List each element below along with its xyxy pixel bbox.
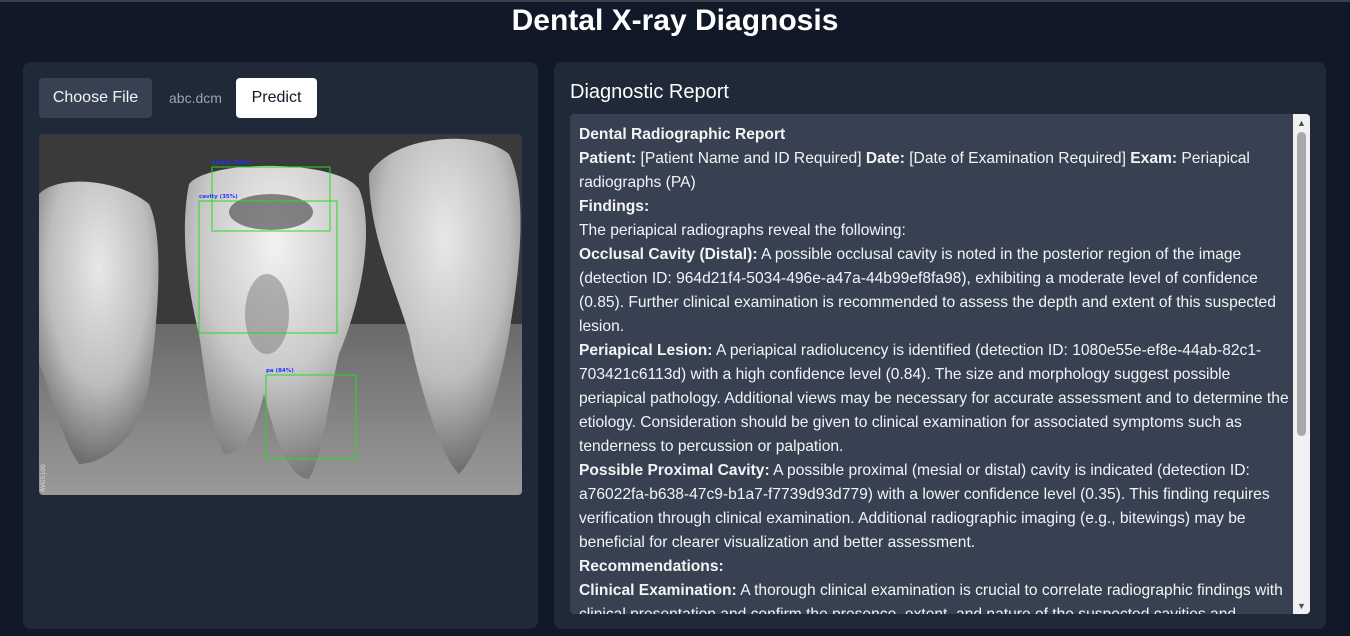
date-label: Date: bbox=[865, 150, 905, 167]
finding-occlusal-label: Occlusal Cavity (Distal): bbox=[579, 246, 758, 263]
scrollbar-thumb[interactable] bbox=[1297, 132, 1306, 436]
detection-label-cavity-1: cavity (84%) bbox=[212, 160, 251, 166]
scroll-down-arrow-icon[interactable]: ▼ bbox=[1293, 597, 1310, 614]
app-title: Dental X-ray Diagnosis bbox=[511, 4, 839, 37]
report-panel: Diagnostic Report Dental Radiographic Re… bbox=[554, 62, 1326, 629]
patient-value: [Patient Name and ID Required] bbox=[636, 150, 866, 167]
report-scrollbar[interactable]: ▲ ▼ bbox=[1293, 114, 1310, 614]
finding-periapical-label: Periapical Lesion: bbox=[579, 342, 713, 359]
rec-clinical-label: Clinical Examination: bbox=[579, 582, 737, 599]
finding-proximal-label: Possible Proximal Cavity: bbox=[579, 462, 770, 479]
scroll-up-arrow-icon[interactable]: ▲ bbox=[1293, 114, 1310, 131]
xray-radiograph: cavity (84%) cavity (35%) pa (84%) RVG51… bbox=[39, 134, 522, 495]
findings-intro: The periapical radiographs reveal the fo… bbox=[579, 222, 906, 239]
detection-label-cavity-2: cavity (35%) bbox=[199, 194, 238, 200]
recommendations-heading: Recommendations: bbox=[579, 558, 724, 575]
xray-image: cavity (84%) cavity (35%) pa (84%) RVG51… bbox=[39, 134, 522, 495]
report-content: Dental Radiographic Report Patient: [Pat… bbox=[579, 123, 1291, 614]
exam-label: Exam: bbox=[1130, 150, 1178, 167]
upload-panel: Choose File abc.dcm Predict cavity (84%)… bbox=[23, 62, 538, 629]
report-title: Dental Radiographic Report bbox=[579, 126, 786, 143]
predict-button[interactable]: Predict bbox=[236, 78, 317, 118]
sensor-label: RVG5100 bbox=[40, 464, 47, 492]
patient-label: Patient: bbox=[579, 150, 637, 167]
choose-file-button[interactable]: Choose File bbox=[39, 78, 152, 118]
report-heading: Diagnostic Report bbox=[570, 81, 729, 103]
date-value: [Date of Examination Required] bbox=[904, 150, 1131, 167]
selected-file-name: abc.dcm bbox=[169, 90, 222, 106]
findings-heading: Findings: bbox=[579, 198, 650, 215]
report-text-area[interactable]: Dental Radiographic Report Patient: [Pat… bbox=[570, 114, 1310, 614]
detection-label-pa: pa (84%) bbox=[266, 368, 294, 374]
